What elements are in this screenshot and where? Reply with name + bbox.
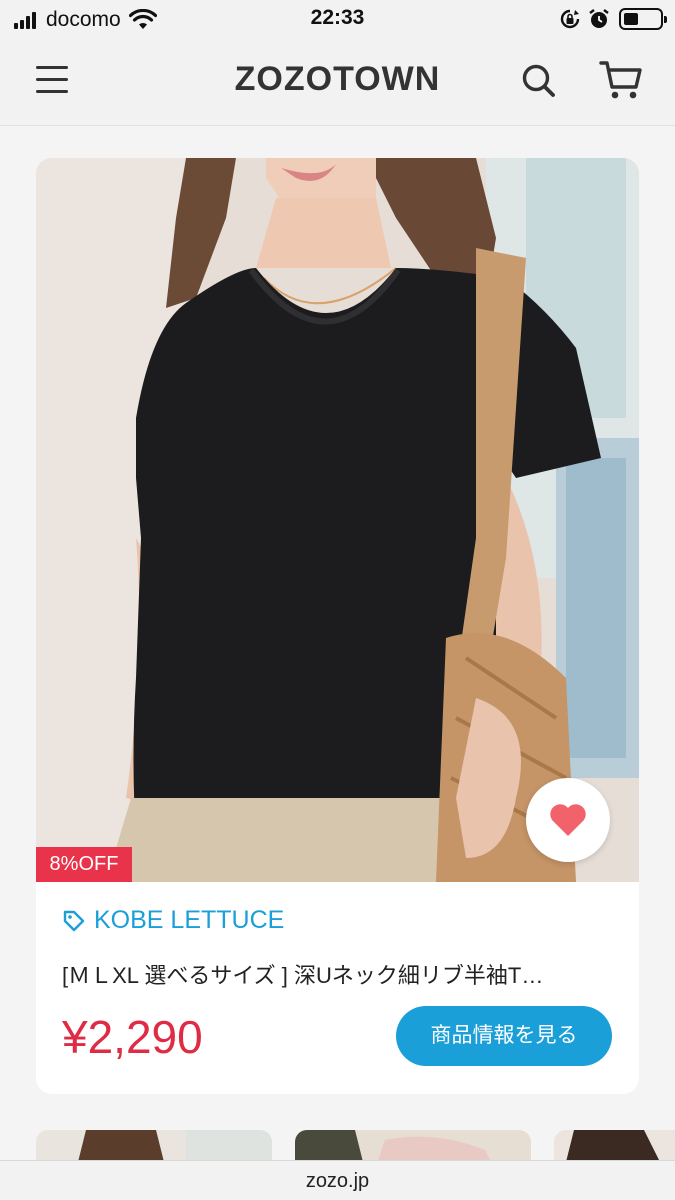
product-photo[interactable]: 8%OFF — [36, 158, 639, 882]
brand-link[interactable]: KOBE LETTUCE — [62, 906, 284, 935]
tag-icon — [63, 910, 85, 931]
browser-url-bar[interactable]: zozo.jp — [0, 1160, 675, 1200]
alarm-icon — [589, 9, 609, 28]
app-header: ZOZOTOWN — [0, 38, 675, 126]
brand-name: KOBE LETTUCE — [94, 906, 285, 934]
url-text: zozo.jp — [305, 1170, 370, 1192]
product-card[interactable]: 8%OFF KOBE LETTUCE [ＭＬXL 選べるサイズ ] 深Uネック細… — [36, 158, 639, 1094]
search-icon[interactable] — [518, 60, 558, 100]
product-name[interactable]: [ＭＬXL 選べるサイズ ] 深Uネック細リブ半袖T… — [62, 958, 617, 990]
view-product-button[interactable]: 商品情報を見る — [396, 1006, 612, 1066]
status-right — [559, 7, 667, 31]
product-price: ¥2,290 — [62, 1011, 203, 1063]
battery-icon — [619, 8, 667, 30]
rotation-lock-icon — [560, 9, 580, 29]
heart-icon — [550, 804, 586, 836]
favorite-button[interactable] — [526, 778, 610, 862]
site-logo[interactable]: ZOZOTOWN — [0, 60, 675, 99]
status-bar: docomo 22:33 — [0, 0, 675, 38]
discount-badge: 8%OFF — [36, 847, 132, 882]
cart-icon[interactable] — [598, 58, 644, 102]
